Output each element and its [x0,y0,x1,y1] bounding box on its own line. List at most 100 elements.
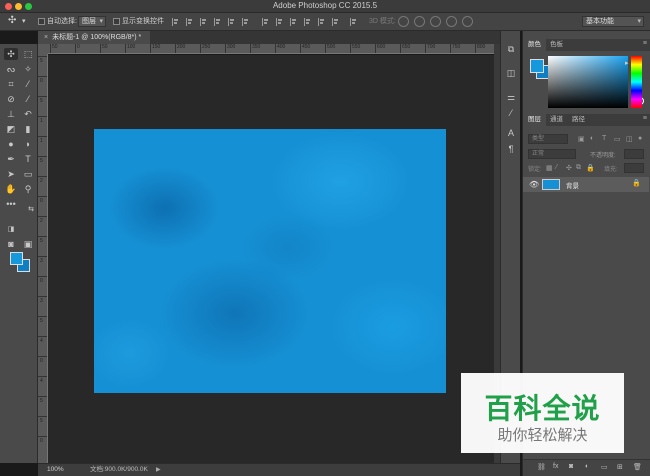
default-colors-icon[interactable]: ◨ [4,224,18,236]
3d-slide-icon[interactable] [446,16,457,27]
distribute-right-icon[interactable] [332,18,339,26]
distribute-left-icon[interactable] [304,18,311,26]
quick-mask-icon[interactable]: ◙ [4,238,18,250]
tab-color[interactable]: 颜色 [523,39,546,51]
filter-shape-icon[interactable]: ▭ [614,135,621,143]
tab-layers[interactable]: 图层 [523,114,546,126]
status-menu-arrow-icon[interactable]: ▶ [156,464,161,476]
auto-align-icon[interactable] [350,18,357,26]
color-picker-field[interactable] [548,56,644,108]
auto-select-checkbox[interactable] [38,18,45,25]
color-panel-menu-icon[interactable]: ≡ [643,40,647,47]
new-layer-icon[interactable]: ⊞ [617,463,623,471]
fill-field[interactable] [624,163,644,173]
brush-presets-icon[interactable]: ⁄ [505,107,517,119]
ruler-v-tick-label: 0 [40,358,43,364]
magic-wand-tool-icon[interactable]: ✧ [21,63,35,75]
ruler-h-tick-line [250,44,251,53]
fx-icon[interactable]: fx [553,463,558,470]
link-layers-icon[interactable]: ⛓ [537,463,546,471]
clone-stamp-tool-icon[interactable]: ⊥ [4,108,18,120]
3d-rotate-icon[interactable] [398,16,409,27]
history-panel-icon[interactable]: ⧉ [505,43,517,55]
type-tool-icon[interactable]: T [21,153,35,165]
auto-select-dropdown[interactable]: 图层 [78,16,106,27]
layer-name[interactable]: 背景 [566,180,579,190]
gradient-tool-icon[interactable]: ▮ [21,123,35,135]
filter-toggle-icon[interactable]: ● [638,135,642,142]
lock-position-icon[interactable]: ✣ [566,164,572,172]
ruler-v-tick-line [38,416,47,417]
lock-all-icon[interactable]: 🔒 [586,164,595,172]
pen-tool-icon[interactable]: ✒ [4,153,18,165]
dodge-tool-icon[interactable]: ◗ [21,138,35,150]
3d-scale-icon[interactable] [462,16,473,27]
move-tool-icon[interactable]: ✣ [4,48,18,60]
lasso-tool-icon[interactable]: ᔓ [4,63,18,75]
opacity-field[interactable] [624,149,644,159]
distribute-hcenter-icon[interactable] [318,18,325,26]
preset-chevron-icon[interactable]: ▾ [22,16,26,28]
marquee-tool-icon[interactable]: ⬚ [21,48,35,60]
lock-image-icon[interactable]: ⁄ [556,164,557,171]
foreground-color-swatch[interactable] [10,252,23,265]
layer-row[interactable]: 👁 背景 🔒 [523,177,649,192]
tab-close-icon[interactable]: × [44,34,48,41]
adjustments-panel-icon[interactable]: ⚌ [505,91,517,103]
move-tool-preset-icon[interactable]: ✣ [8,15,16,27]
align-hcenter-icon[interactable] [228,18,235,26]
filter-smart-icon[interactable]: ◫ [626,135,633,143]
document-tab[interactable]: × 未标题-1 @ 100%(RGB/8*) * [38,31,150,44]
document-canvas[interactable] [94,129,446,393]
align-left-icon[interactable] [214,18,221,26]
eyedropper-tool-icon[interactable]: ⁄ [21,78,35,90]
brush-tool-icon[interactable]: ⁄ [21,93,35,105]
color-panel-foreground-swatch[interactable] [530,59,544,73]
paragraph-panel-icon[interactable]: ¶ [505,143,517,155]
align-right-icon[interactable] [242,18,249,26]
filter-pixel-icon[interactable]: ▣ [578,135,585,143]
eraser-tool-icon[interactable]: ◩ [4,123,18,135]
layers-panel-menu-icon[interactable]: ≡ [643,115,647,122]
filter-adjust-icon[interactable]: ◐ [590,135,594,142]
hand-tool-icon[interactable]: ✋ [4,183,18,195]
blend-mode-dropdown[interactable]: 正常 [528,149,576,159]
lock-artboard-icon[interactable]: ⧉ [576,164,581,172]
adjustment-layer-icon[interactable]: ◐ [585,463,589,470]
lock-transparent-icon[interactable]: ▦ [546,164,553,172]
workspace-dropdown[interactable]: 基本功能 [582,16,644,27]
tab-paths[interactable]: 路径 [567,114,590,126]
healing-brush-tool-icon[interactable]: ⊘ [4,93,18,105]
properties-panel-icon[interactable]: ◫ [505,67,517,79]
character-panel-icon[interactable]: A [505,127,517,139]
3d-roll-icon[interactable] [414,16,425,27]
add-mask-icon[interactable]: ◙ [569,463,573,470]
align-top-icon[interactable] [172,18,179,26]
crop-tool-icon[interactable]: ⌗ [4,78,18,90]
3d-drag-icon[interactable] [430,16,441,27]
show-transform-checkbox[interactable] [113,18,120,25]
toolbox: ✣ ⬚ ᔓ ✧ ⌗ ⁄ ⊘ ⁄ ⊥ ↶ ◩ ▮ ● ◗ ✒ T ➤ ▭ ✋ ⚲ … [0,44,38,463]
filter-type-icon[interactable]: T [602,135,606,142]
tab-swatches[interactable]: 色板 [545,39,568,51]
screen-mode-icon[interactable]: ▣ [21,238,35,250]
zoom-tool-icon[interactable]: ⚲ [21,183,35,195]
swap-colors-icon[interactable]: ⇆ [24,204,38,216]
zoom-level[interactable]: 100% [47,464,64,476]
hue-slider[interactable] [631,56,642,108]
distribute-bottom-icon[interactable] [290,18,297,26]
path-selection-tool-icon[interactable]: ➤ [4,168,18,180]
new-group-icon[interactable]: ▭ [601,463,608,471]
distribute-vcenter-icon[interactable] [276,18,283,26]
tab-channels[interactable]: 通道 [545,114,568,126]
blur-tool-icon[interactable]: ● [4,138,18,150]
distribute-top-icon[interactable] [262,18,269,26]
layer-filter-kind-dropdown[interactable]: 类型 [528,134,568,144]
layer-visibility-eye-icon[interactable]: 👁 [529,180,539,189]
delete-layer-icon[interactable]: 🗑 [633,463,642,471]
align-vcenter-icon[interactable] [186,18,193,26]
shape-tool-icon[interactable]: ▭ [21,168,35,180]
more-tools-icon[interactable]: ••• [4,198,18,210]
history-brush-tool-icon[interactable]: ↶ [21,108,35,120]
align-bottom-icon[interactable] [200,18,207,26]
